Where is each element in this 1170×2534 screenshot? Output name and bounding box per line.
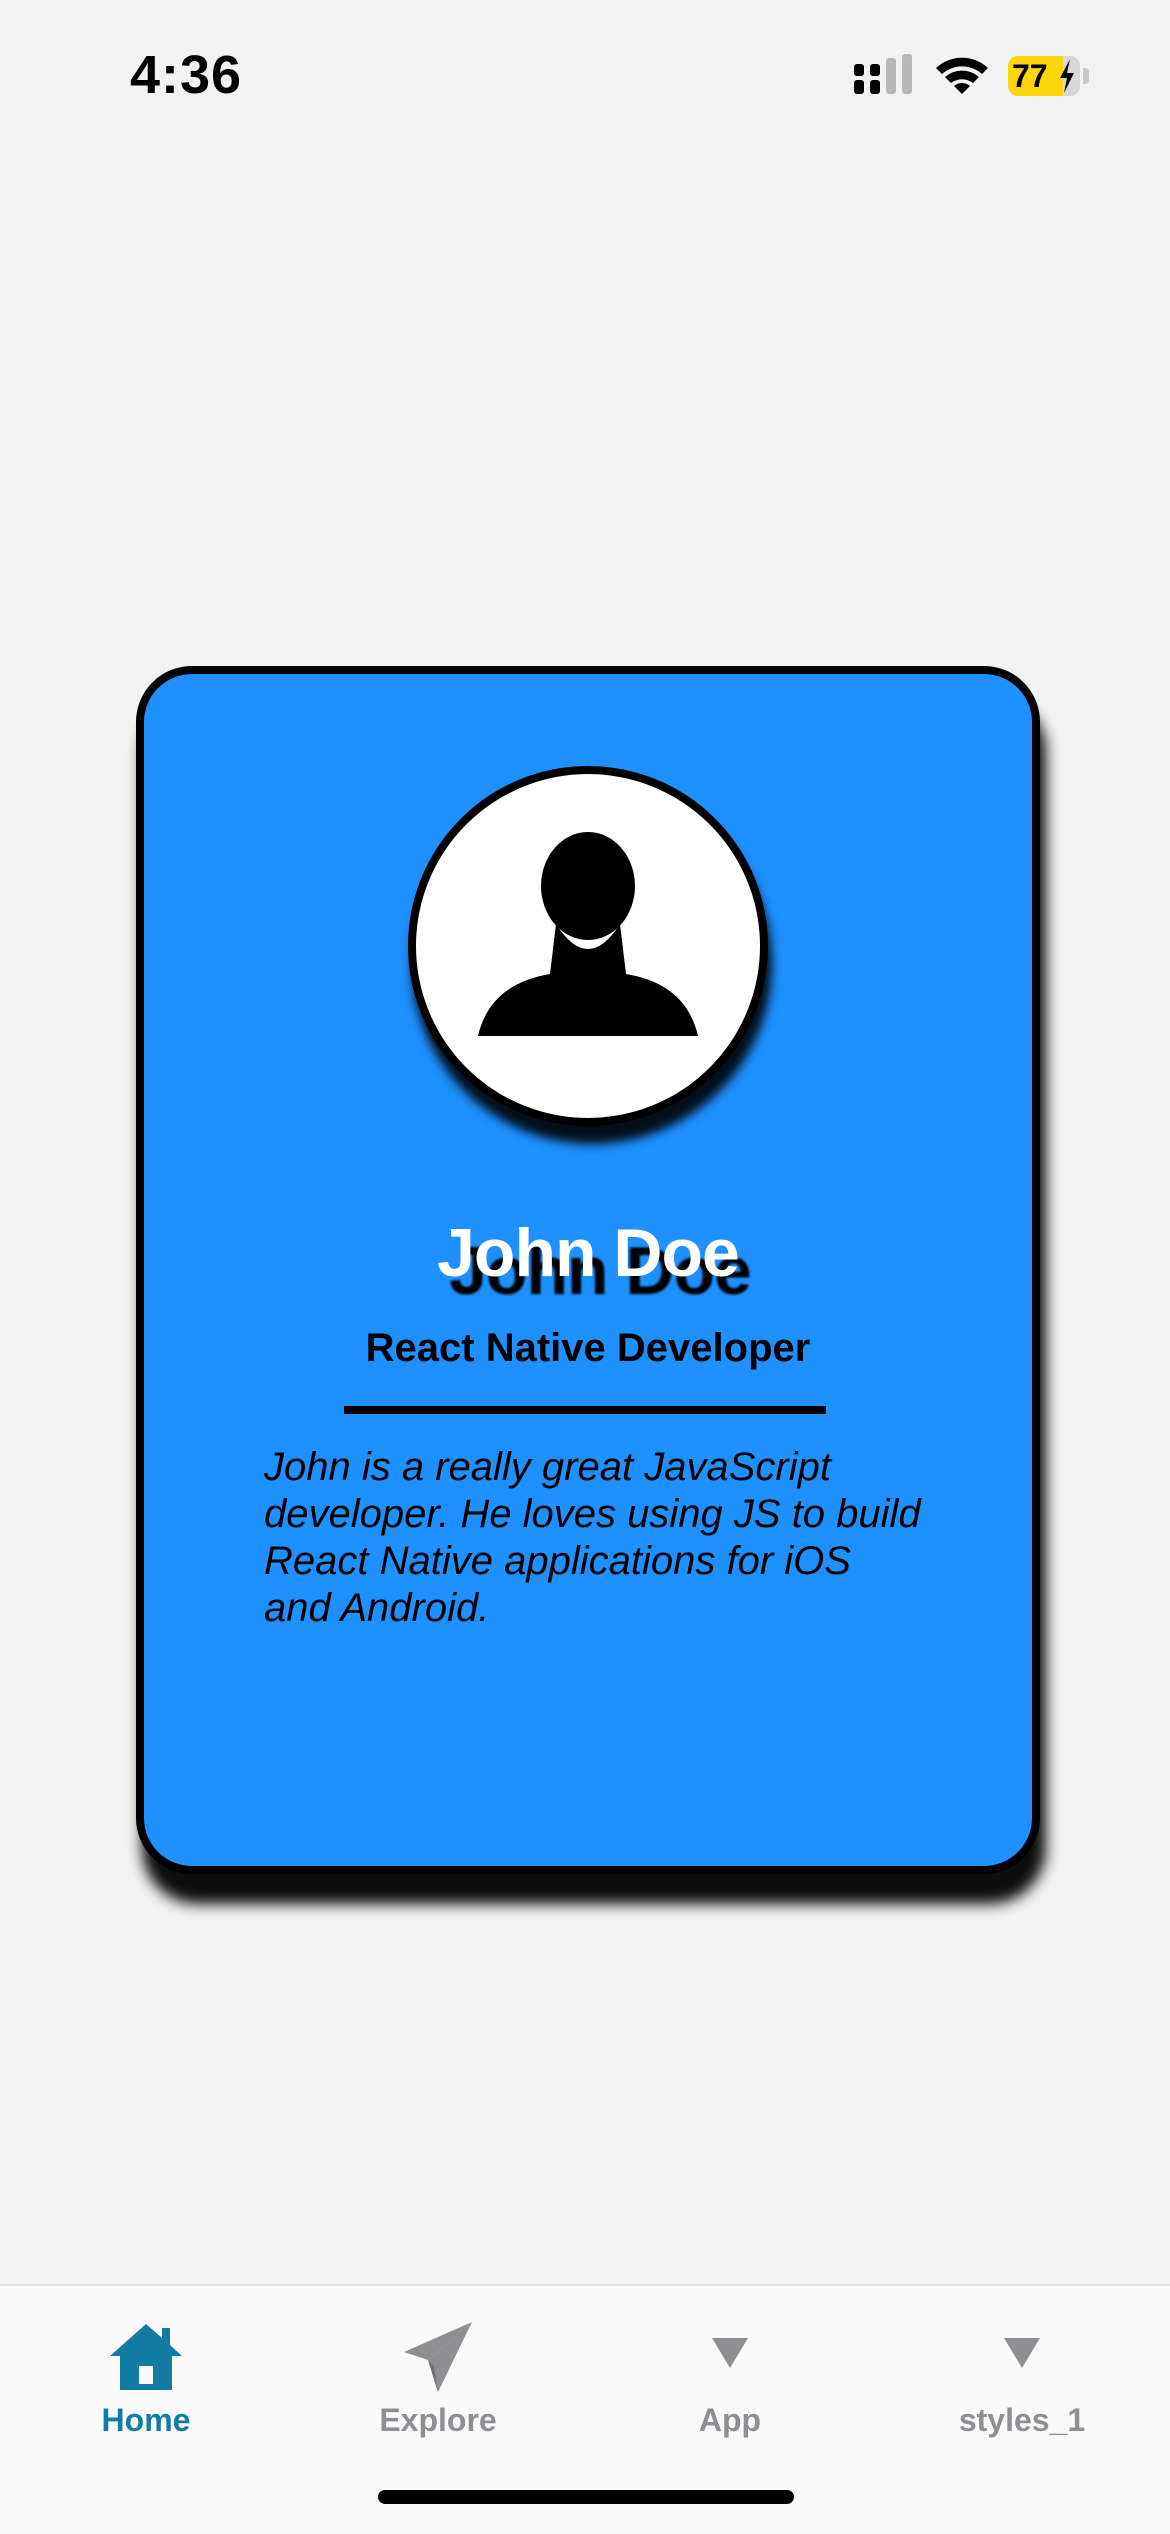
tab-explore[interactable]: Explore <box>292 2306 584 2446</box>
profile-role: React Native Developer <box>365 1326 811 1370</box>
home-indicator[interactable] <box>378 2490 794 2504</box>
divider <box>344 1406 826 1414</box>
person-silhouette-icon <box>478 832 698 1036</box>
wifi-icon <box>936 57 988 94</box>
battery-body: 77 <box>1008 56 1080 96</box>
triangle-down-icon <box>712 2338 748 2368</box>
signal-icon <box>854 54 912 94</box>
profile-name: John Doe <box>437 1215 740 1291</box>
tab-app[interactable]: App <box>584 2306 876 2446</box>
triangle-down-icon <box>1004 2338 1040 2368</box>
tab-label-app: App <box>698 2402 762 2438</box>
paper-plane-icon <box>404 2322 472 2392</box>
profile-bio: John is a really great JavaScript develo… <box>264 1445 921 1630</box>
status-time: 4:36 <box>130 45 243 105</box>
tab-label-home: Home <box>101 2402 191 2438</box>
avatar <box>408 766 768 1126</box>
status-bar: 4:36 77 <box>0 0 1170 150</box>
profile-card: John Doe React Native Developer John is … <box>136 666 1040 1874</box>
battery-level: 77 <box>1012 58 1048 94</box>
battery-cap <box>1083 68 1089 84</box>
battery-icon: 77 <box>1008 56 1090 96</box>
tab-styles-1[interactable]: styles_1 <box>876 2306 1168 2446</box>
charging-bolt-icon <box>1060 59 1074 93</box>
tab-label-styles-1: styles_1 <box>958 2402 1086 2438</box>
tab-label-explore: Explore <box>379 2402 497 2438</box>
home-icon <box>110 2324 182 2390</box>
tab-home[interactable]: Home <box>0 2306 292 2446</box>
